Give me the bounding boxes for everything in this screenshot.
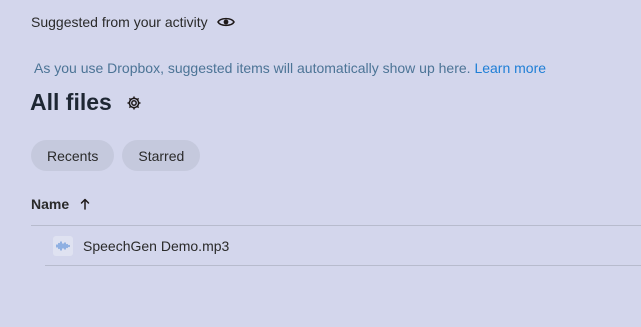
arrow-up-icon: [79, 197, 91, 211]
table-row[interactable]: SpeechGen Demo.mp3: [45, 227, 641, 265]
gear-icon[interactable]: [126, 95, 142, 111]
name-column-header[interactable]: Name: [31, 196, 91, 212]
suggested-section-header: Suggested from your activity: [31, 14, 235, 30]
file-name: SpeechGen Demo.mp3: [83, 238, 230, 254]
suggested-hint-text: As you use Dropbox, suggested items will…: [34, 60, 471, 76]
row-divider: [45, 265, 641, 266]
recents-chip[interactable]: Recents: [31, 140, 115, 171]
all-files-header: All files: [30, 89, 142, 116]
name-column-label: Name: [31, 196, 70, 212]
suggested-title: Suggested from your activity: [31, 14, 208, 30]
eye-icon[interactable]: [216, 15, 235, 29]
suggested-hint: As you use Dropbox, suggested items will…: [34, 60, 546, 76]
header-divider: [31, 225, 641, 226]
page-title: All files: [30, 89, 112, 115]
audio-file-icon: [53, 236, 73, 256]
starred-chip[interactable]: Starred: [122, 140, 201, 171]
filter-chips: Recents Starred: [31, 140, 201, 171]
learn-more-link[interactable]: Learn more: [474, 60, 546, 76]
